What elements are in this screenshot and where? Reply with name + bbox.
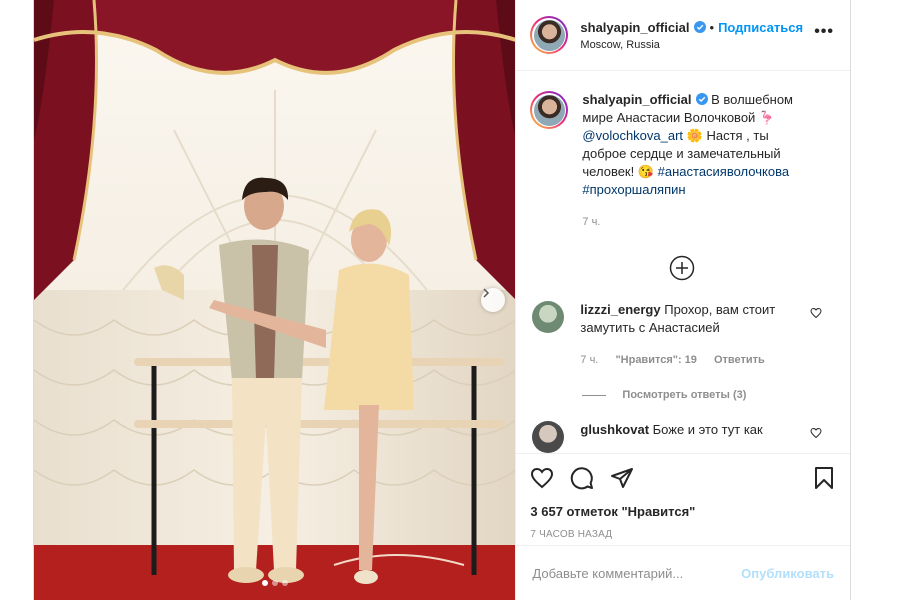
caption-meta: 7 ч.: [582, 213, 812, 231]
caption-mention[interactable]: @volochkova_art: [582, 128, 683, 143]
add-comment-bar: Опубликовать: [516, 545, 850, 600]
comment-text: Боже и это тут как: [649, 422, 763, 437]
verified-badge-icon: [693, 21, 706, 33]
bookmark-icon[interactable]: [812, 466, 836, 490]
caption-author-avatar[interactable]: [530, 91, 569, 129]
verified-badge-icon: [695, 93, 708, 105]
caption-hashtag[interactable]: #анастасияволочкова: [658, 164, 789, 179]
view-replies-button[interactable]: Посмотреть ответы (3): [582, 389, 834, 401]
more-options-button[interactable]: •••: [814, 23, 834, 47]
carousel-dot: [271, 580, 278, 586]
comment-like-count[interactable]: "Нравится": 19: [615, 354, 696, 366]
comment-meta: 7 ч. "Нравится": 19 Ответить: [580, 351, 786, 369]
post-location[interactable]: Moscow, Russia: [580, 39, 814, 51]
caption-username[interactable]: shalyapin_official: [582, 92, 691, 107]
comments-area: shalyapin_official В волшебном мире Анас…: [516, 71, 850, 453]
comment-item: glushkovat Боже и это тут как: [530, 421, 834, 453]
heart-icon[interactable]: [810, 307, 822, 319]
reply-button[interactable]: Ответить: [714, 354, 765, 366]
comment-item: lizzzi_energy Прохор, вам стоит замутить…: [530, 301, 834, 369]
commenter-username[interactable]: lizzzi_energy: [580, 302, 660, 317]
instagram-post: shalyapin_official • Подписаться Moscow,…: [33, 0, 851, 600]
post-header: shalyapin_official • Подписаться Moscow,…: [516, 0, 850, 71]
replies-line: [582, 394, 607, 396]
heart-icon[interactable]: [810, 427, 822, 439]
chevron-right-icon: [483, 288, 490, 298]
load-more-comments-icon[interactable]: [669, 255, 695, 281]
commenter-avatar[interactable]: [532, 421, 565, 453]
action-icons: [516, 454, 850, 494]
carousel-dots: [34, 580, 515, 586]
share-icon[interactable]: [610, 466, 634, 490]
like-heart-icon[interactable]: [530, 466, 554, 490]
post-photo[interactable]: [34, 0, 516, 600]
commenter-avatar[interactable]: [532, 301, 565, 333]
photo-illustration: [34, 0, 516, 600]
carousel-dot: [281, 580, 288, 586]
comment-time[interactable]: 7 ч.: [580, 354, 598, 366]
author-username[interactable]: shalyapin_official: [580, 20, 689, 35]
view-replies-label: Посмотреть ответы (3): [622, 389, 747, 401]
carousel-dot-active: [261, 580, 268, 586]
follow-button[interactable]: Подписаться: [718, 20, 803, 35]
post-side-panel: shalyapin_official • Подписаться Moscow,…: [515, 0, 850, 600]
separator-dot: •: [709, 19, 715, 35]
author-avatar[interactable]: [530, 16, 569, 54]
publish-button[interactable]: Опубликовать: [741, 566, 834, 581]
likes-count[interactable]: 3 657 отметок "Нравится": [516, 494, 850, 519]
comment-input[interactable]: [530, 564, 742, 582]
caption-time[interactable]: 7 ч.: [582, 216, 600, 228]
commenter-username[interactable]: glushkovat: [580, 422, 649, 437]
comment-icon[interactable]: [570, 466, 594, 490]
caption-text: shalyapin_official В волшебном мире Анас…: [582, 91, 812, 231]
caption: shalyapin_official В волшебном мире Анас…: [530, 91, 834, 231]
post-time-ago[interactable]: 7 часов назад: [516, 519, 850, 540]
caption-hashtag[interactable]: #прохоршаляпин: [582, 182, 685, 197]
